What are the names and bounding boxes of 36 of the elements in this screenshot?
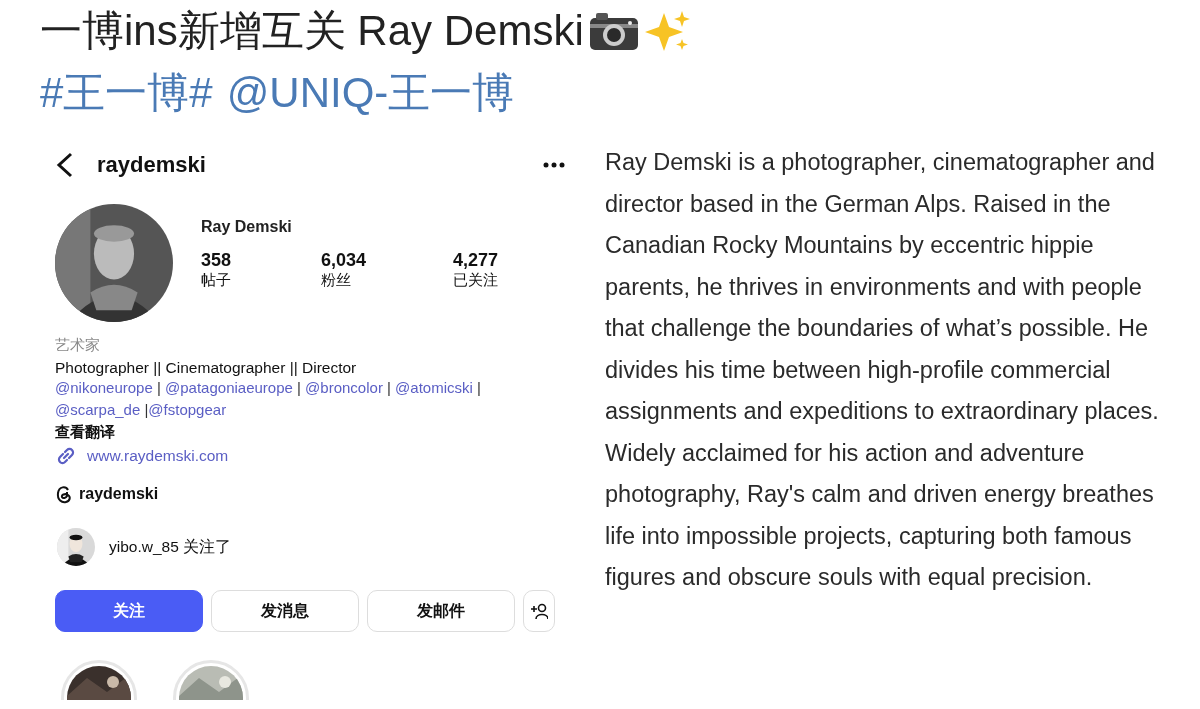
website-link[interactable]: www.raydemski.com (87, 447, 229, 465)
stat-count[interactable]: 358 (201, 250, 321, 271)
more-icon[interactable] (543, 162, 565, 168)
add-person-icon (530, 603, 548, 619)
threads-link[interactable]: raydemski (79, 485, 159, 503)
sparkles-icon (643, 9, 692, 53)
action-button[interactable]: 发消息 (211, 590, 359, 632)
stat-label[interactable]: 粉丝 (321, 271, 453, 290)
camera-icon (587, 10, 640, 52)
action-button[interactable]: 发邮件 (367, 590, 515, 632)
mention-link[interactable]: @broncolor (305, 379, 383, 396)
link-icon (55, 446, 77, 466)
mention-link[interactable]: @patagoniaeurope (165, 379, 293, 396)
back-icon[interactable] (55, 152, 75, 178)
mention-link[interactable]: @nikoneurope (55, 379, 153, 396)
profile-name: Ray Demski (201, 218, 293, 236)
mention-link[interactable]: @fstopgear (148, 401, 227, 418)
profile-category: 艺术家 (55, 336, 101, 355)
hashtag-link[interactable]: #王一博# (40, 65, 213, 121)
followed-by-text: yibo.w_85 关注了 (109, 536, 232, 557)
stat-count[interactable]: 4,277 (453, 250, 573, 271)
profile-username: raydemski (97, 152, 207, 178)
stat-label[interactable]: 帖子 (201, 271, 321, 290)
hashtag-link[interactable]: @UNIQ-王一博 (226, 65, 515, 121)
add-person-button[interactable] (523, 590, 555, 632)
follow-button[interactable]: 关注 (55, 590, 203, 632)
stat-count[interactable]: 6,034 (321, 250, 453, 271)
mention-link[interactable]: @atomicski (395, 379, 473, 396)
mention-link[interactable]: @scarpa_de (55, 401, 141, 418)
profile-bio: Photographer || Cinematographer || Director (55, 359, 358, 377)
description-text: Ray Demski is a photographer, cinematographer and director based in the German Alps. Raised in the Canadian Rocky Mountains by eccentric hippie parents, he thrives in environments and with people that challenge the boundaries of what’s possible. He divides his time between high-profile commercial assignments and expeditions to extraordinary places. Widely acclaimed for his action and adventure photography, Ray's calm and driven energy breathes life into impossible projects, capturing both famous figures and obscure souls with equal precision. (605, 148, 1160, 592)
stat-label[interactable]: 已关注 (453, 271, 573, 290)
post-title: 一博ins新增互关 Ray Demski (40, 5, 584, 56)
bio-mentions: @nikoneurope | @patagoniaeurope | @broncolor | @atomicski | @scarpa_de |@fstopgear (55, 378, 482, 420)
threads-icon (55, 484, 73, 504)
translate-link[interactable]: 查看翻译 (55, 423, 565, 442)
